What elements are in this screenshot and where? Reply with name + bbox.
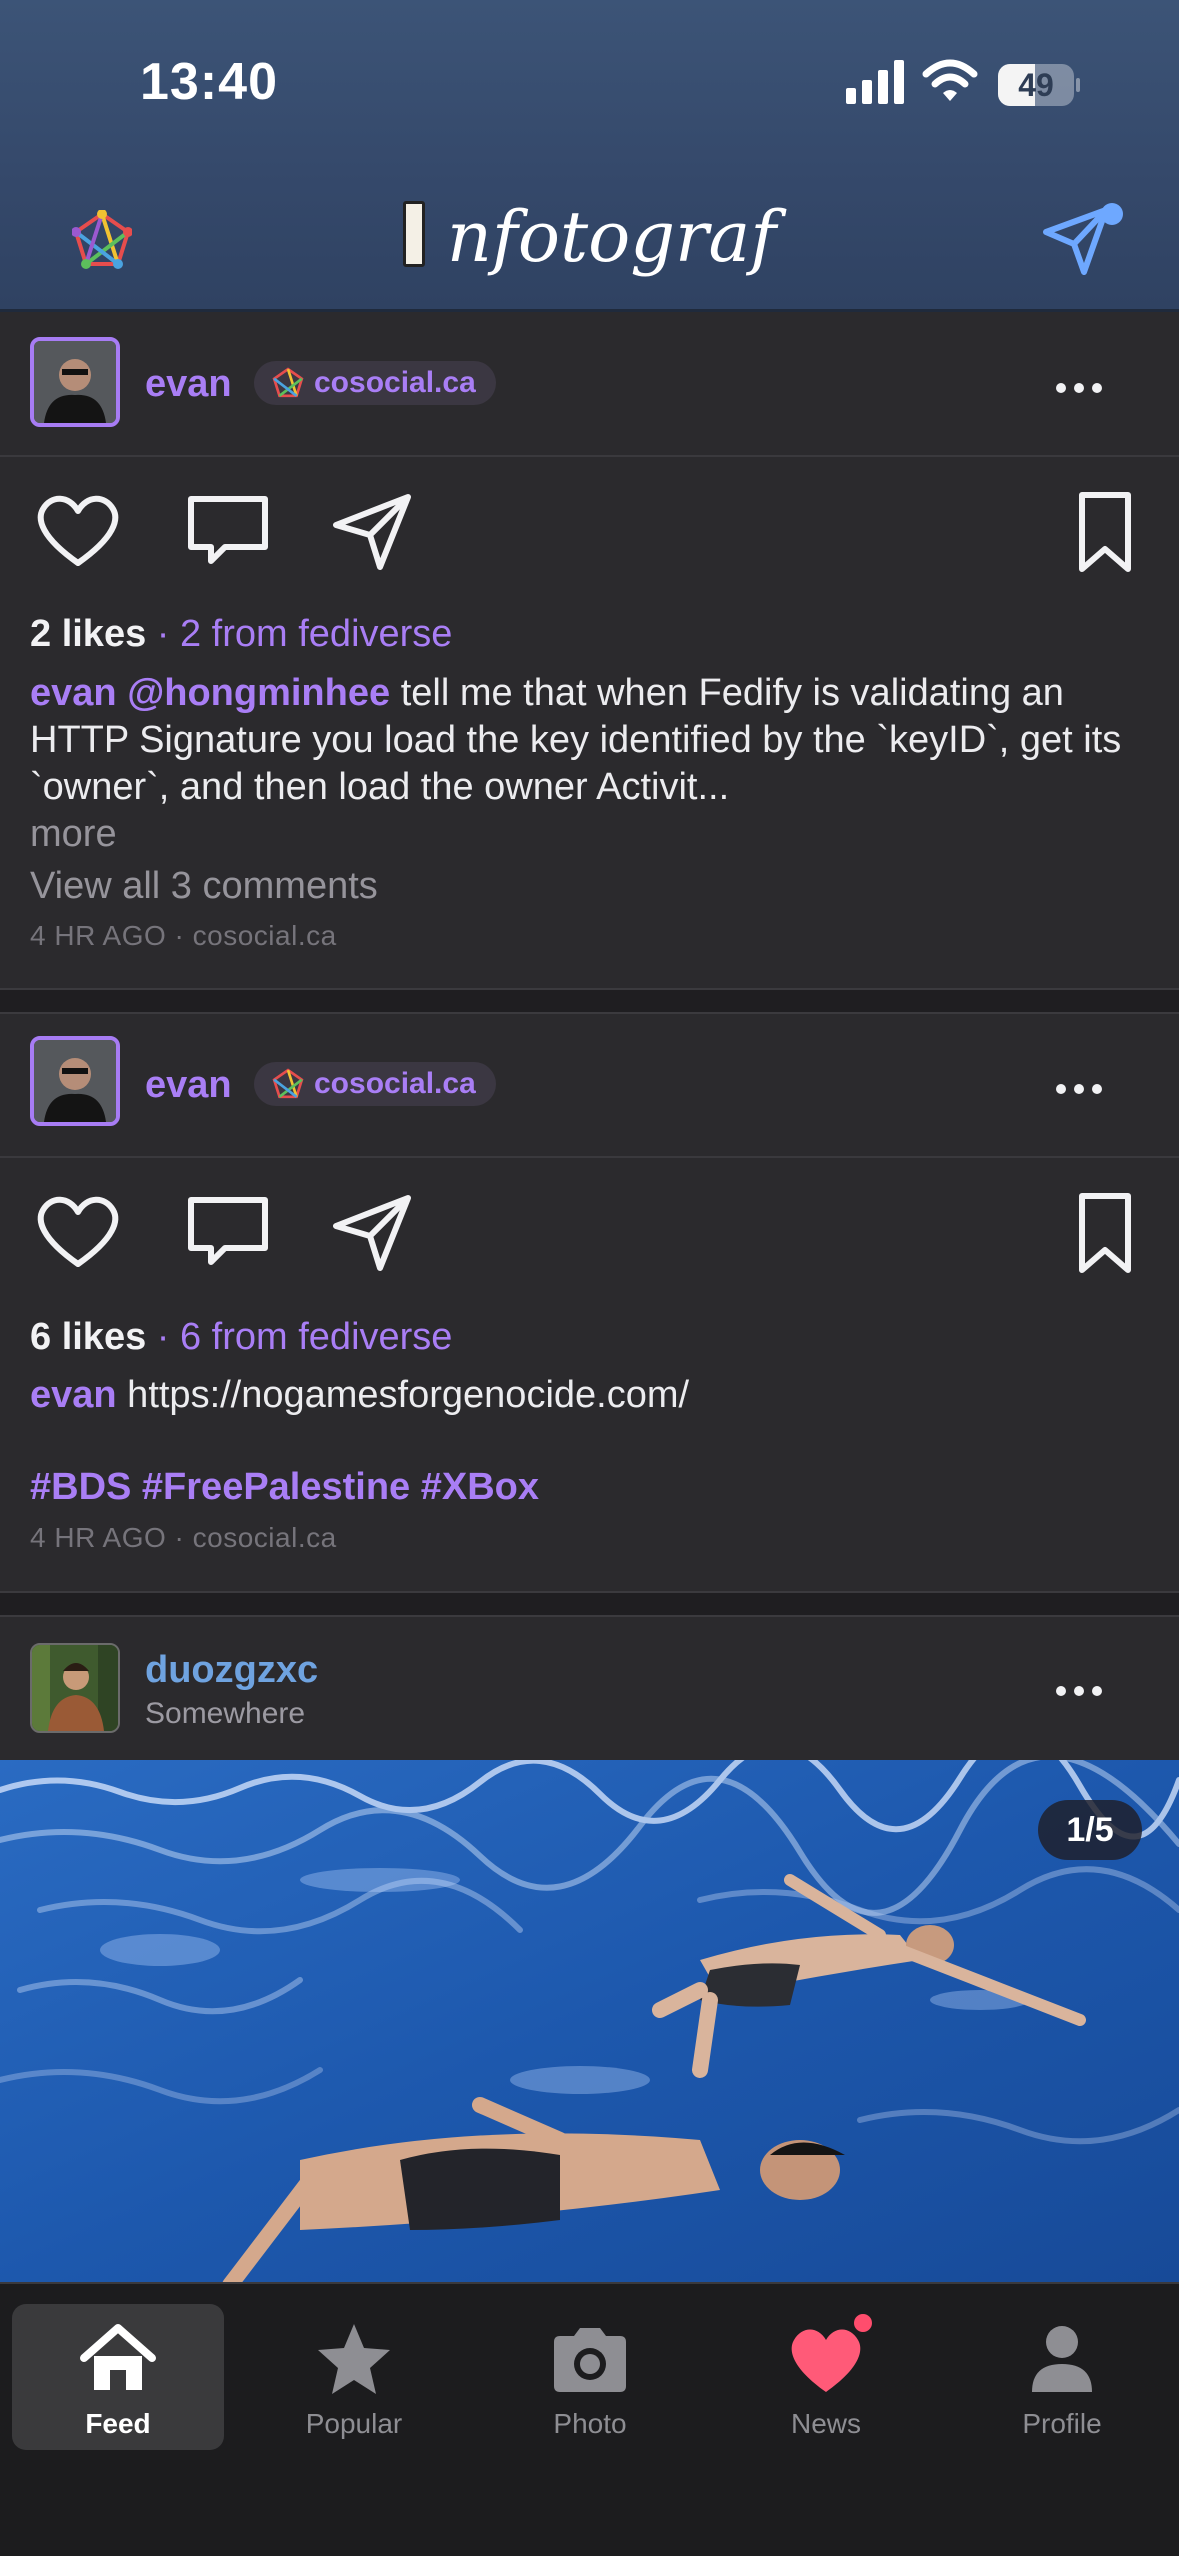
fediverse-likes: · 6 from fediverse (156, 1316, 453, 1358)
view-comments-link[interactable]: View all 3 comments (30, 863, 1150, 910)
battery-indicator: 49 (998, 64, 1080, 106)
comment-icon[interactable] (183, 485, 273, 575)
post-card: evan cosocial.ca 6 likes · 6 from fedive… (0, 1014, 1179, 1591)
photo-counter: 1/5 (1038, 1800, 1142, 1860)
battery-body: 49 (998, 64, 1074, 106)
instance-badge[interactable]: cosocial.ca (254, 1062, 496, 1106)
share-icon[interactable] (328, 1186, 418, 1276)
tab-bar: Feed Popular Photo News Profile (0, 2282, 1179, 2556)
instance-badge[interactable]: cosocial.ca (254, 361, 496, 405)
heart-icon[interactable] (33, 1186, 123, 1276)
tab-label: Profile (1022, 2408, 1102, 2439)
avatar-photo (34, 341, 116, 423)
status-time: 13:40 (140, 53, 278, 111)
more-options-icon[interactable] (1056, 1683, 1112, 1703)
post-time: 4 HR AGO (30, 920, 167, 951)
tab-photo[interactable]: Photo (484, 2304, 696, 2450)
username[interactable]: duozgzxc (145, 1649, 318, 1692)
heart-icon[interactable] (33, 485, 123, 575)
home-icon (80, 2324, 156, 2390)
username[interactable]: evan (145, 363, 232, 406)
avatar[interactable] (30, 1036, 120, 1126)
tab-feed[interactable]: Feed (12, 2304, 224, 2450)
app-header: 13:40 49 nfotograf (0, 0, 1179, 312)
app-logo-icon (402, 201, 425, 267)
bookmark-icon[interactable] (1064, 485, 1154, 575)
instance-name: cosocial.ca (314, 366, 476, 399)
hashtags[interactable]: #BDS #FreePalestine #XBox (30, 1466, 539, 1509)
post-caption: evan @hongminhee tell me that when Fedif… (30, 670, 1150, 811)
likes-count[interactable]: 2 likes · 2 from fediverse (30, 613, 452, 656)
camera-icon (554, 2328, 626, 2392)
instance-name: cosocial.ca (314, 1067, 476, 1100)
battery-percent: 49 (1018, 67, 1054, 103)
tab-label: Feed (85, 2408, 151, 2439)
caption-text[interactable]: https://nogamesforgenocide.com/ (117, 1374, 689, 1416)
app-title-text: nfotograf (446, 196, 777, 278)
more-options-icon[interactable] (1056, 380, 1112, 400)
username[interactable]: evan (145, 1064, 232, 1107)
post-meta: 4 HR AGO · cosocial.ca (30, 920, 337, 951)
paper-plane-icon[interactable] (1040, 202, 1126, 278)
cellular-signal-icon (846, 60, 904, 104)
wifi-icon (922, 59, 978, 101)
avatar[interactable] (30, 337, 120, 427)
location[interactable]: Somewhere (145, 1697, 305, 1731)
post-meta: 4 HR AGO · cosocial.ca (30, 1522, 337, 1553)
fediverse-icon (272, 367, 304, 398)
fediverse-likes: · 2 from fediverse (156, 613, 453, 655)
post-separator (0, 988, 1179, 1014)
bookmark-icon[interactable] (1064, 1186, 1154, 1276)
pool-photo (0, 1760, 1179, 2285)
post-card: evan cosocial.ca 2 likes · 2 from fedive… (0, 315, 1179, 988)
caption-username[interactable]: evan (30, 1374, 117, 1416)
likes-count[interactable]: 6 likes · 6 from fediverse (30, 1316, 452, 1359)
tab-label: Photo (553, 2408, 627, 2439)
person-icon (1032, 2326, 1092, 2392)
caption-username[interactable]: evan (30, 672, 117, 714)
comment-icon[interactable] (183, 1186, 273, 1276)
post-photo[interactable] (0, 1760, 1179, 2285)
avatar[interactable] (30, 1643, 120, 1733)
fediverse-icon (272, 1068, 304, 1099)
post-caption: evan https://nogamesforgenocide.com/ (30, 1372, 1150, 1419)
likes-label: 6 likes (30, 1316, 147, 1358)
post-time: 4 HR AGO (30, 1522, 167, 1553)
battery-tip (1076, 78, 1080, 92)
avatar-photo (32, 1645, 118, 1731)
more-options-icon[interactable] (1056, 1081, 1112, 1101)
tab-popular[interactable]: Popular (248, 2304, 460, 2450)
likes-label: 2 likes (30, 613, 147, 655)
share-icon[interactable] (328, 485, 418, 575)
tab-profile[interactable]: Profile (956, 2304, 1168, 2450)
post-card: duozgzxc Somewhere (0, 1617, 1179, 1760)
notification-badge (850, 2310, 876, 2336)
tab-label: Popular (305, 2408, 403, 2439)
post-instance[interactable]: cosocial.ca (193, 1522, 337, 1553)
post-separator (0, 1591, 1179, 1617)
caption-mention[interactable]: @hongminhee (127, 672, 390, 714)
app-title: nfotograf (0, 196, 1179, 278)
tab-label: News (790, 2408, 861, 2439)
more-link[interactable]: more (30, 811, 1150, 858)
divider (0, 455, 1179, 457)
avatar-photo (34, 1040, 116, 1122)
tab-news[interactable]: News (720, 2304, 932, 2450)
divider (0, 1156, 1179, 1158)
star-icon (318, 2324, 390, 2394)
post-instance[interactable]: cosocial.ca (193, 920, 337, 951)
